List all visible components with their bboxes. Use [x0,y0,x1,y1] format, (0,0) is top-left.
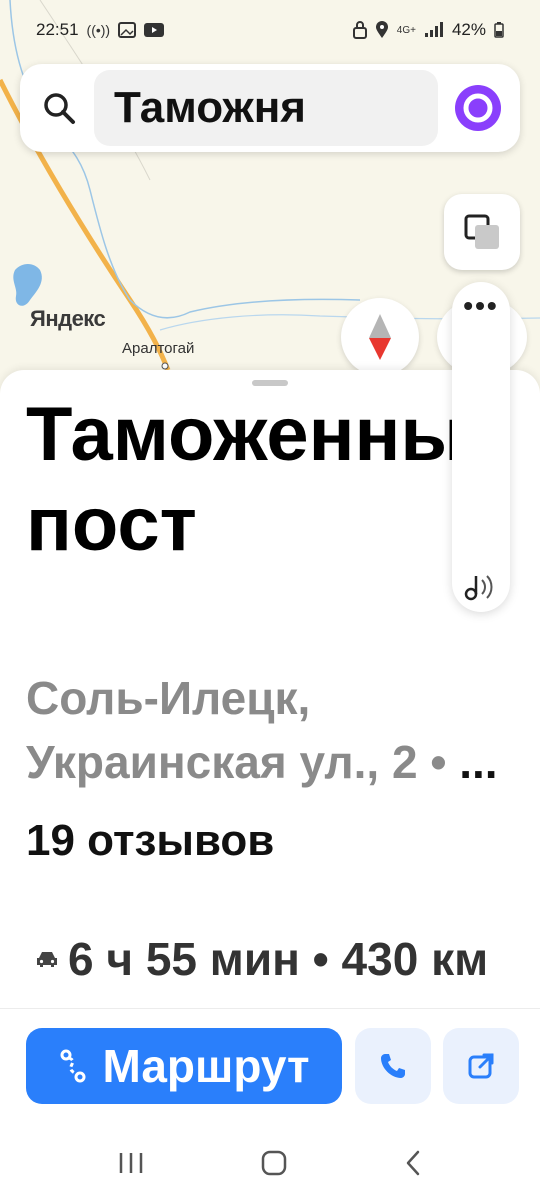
lock-icon [352,21,367,39]
compass-icon [369,314,391,360]
status-bar: 22:51 ((•)) 4G+ 42% [0,0,540,60]
place-title: Таможенный пост [26,392,513,567]
sheet-grabber[interactable] [252,380,288,386]
youtube-icon [144,23,165,37]
location-icon [375,21,388,38]
alice-icon [455,85,501,131]
battery-percent: 42% [451,20,486,39]
address-more[interactable]: ... [459,736,497,788]
home-icon[interactable] [260,1149,288,1177]
car-icon [37,952,57,967]
status-time: 22:51 [36,20,79,39]
phone-icon [381,1054,405,1078]
search-input[interactable]: Таможня [94,70,438,146]
map-label-town: Аралтогай [122,340,195,357]
back-icon[interactable] [403,1149,423,1177]
call-button[interactable] [355,1028,431,1104]
reviews-link[interactable]: 19 отзывов [26,816,274,866]
more-icon[interactable]: ••• [463,292,498,320]
share-button[interactable] [443,1028,519,1104]
side-panel: ••• [452,282,510,612]
route-button-label: Маршрут [102,1040,310,1092]
search-icon[interactable] [34,83,84,133]
place-address: Соль-Илецк, Украинская ул., 2 • ... [26,666,536,794]
signal-icon [424,22,443,37]
compass-button[interactable] [341,298,419,376]
alice-assistant-button[interactable] [450,80,506,136]
voice-sound-icon[interactable] [463,572,499,602]
yandex-logo: Яндекс [30,306,106,331]
battery-icon [494,22,504,38]
search-bar: Таможня [20,64,520,152]
hotspot-icon: ((•)) [86,22,111,38]
system-nav-bar [0,1126,540,1200]
recents-icon[interactable] [117,1151,145,1175]
share-icon [468,1053,494,1079]
gallery-icon [118,22,137,38]
route-icon [60,1049,86,1083]
layers-button[interactable] [444,194,520,270]
network-type: 4G+ [396,24,416,36]
route-button[interactable]: Маршрут [26,1028,342,1104]
route-duration-distance: 6 ч 55 мин • 430 км [68,933,489,985]
route-summary: 6 ч 55 мин • 430 км [36,932,488,986]
layers-icon [464,214,499,249]
divider [0,1008,540,1009]
place-address-text: Соль-Илецк, Украинская ул., 2 • [26,672,447,788]
